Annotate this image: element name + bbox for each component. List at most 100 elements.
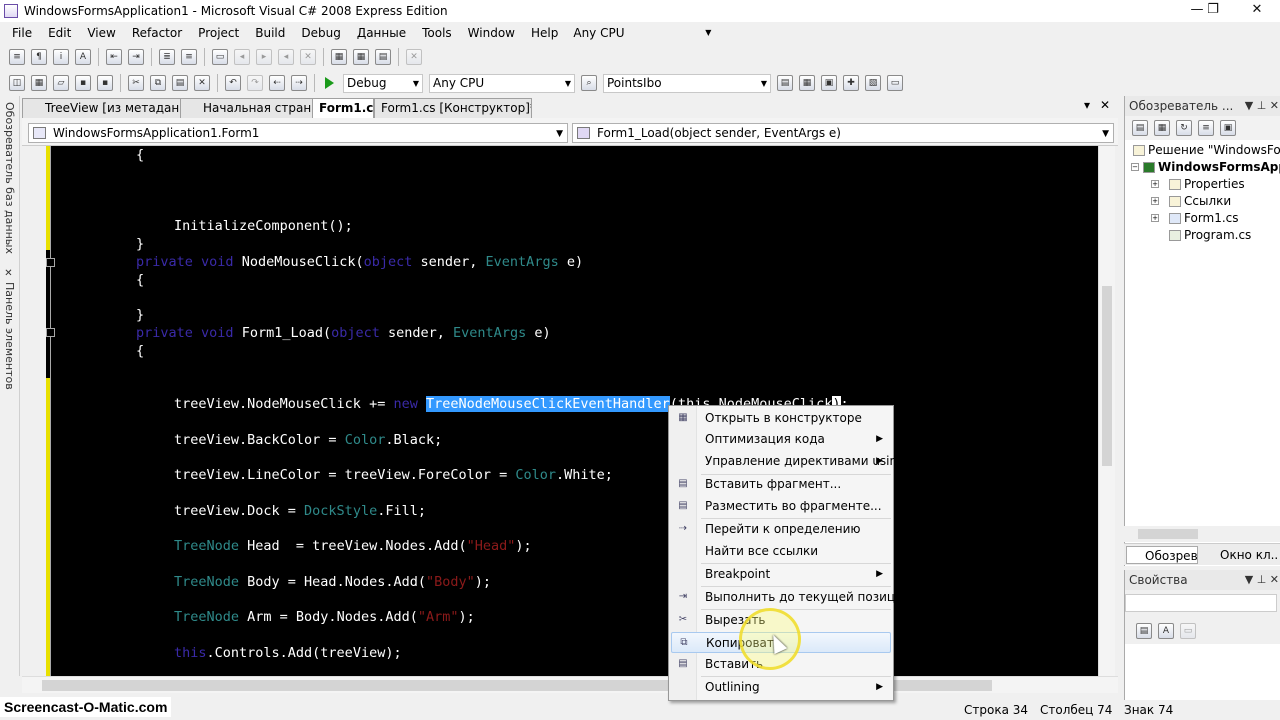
navigate-back-icon[interactable]: ⇠ — [269, 75, 285, 91]
property-pages-icon[interactable]: ▭ — [1180, 623, 1196, 639]
complete-word-icon[interactable]: A — [75, 49, 91, 65]
menu-item-optimize-code[interactable]: Оптимизация кода ▶ — [671, 429, 891, 450]
menu-file[interactable]: File — [4, 22, 40, 44]
tree-node-program[interactable]: Program.cs — [1169, 227, 1251, 244]
panel-header-buttons[interactable]: ▼ ⊥ ✕ — [1245, 96, 1279, 116]
scroll-thumb[interactable] — [1102, 286, 1112, 466]
menu-view[interactable]: View — [79, 22, 123, 44]
scroll-thumb[interactable] — [1138, 529, 1198, 539]
configuration-combo[interactable]: Debug ▼ — [343, 73, 423, 93]
cut-icon[interactable]: ✂ — [128, 75, 144, 91]
delete-icon[interactable]: ✕ — [194, 75, 210, 91]
menu-item-open-designer[interactable]: ▦ Открыть в конструкторе — [671, 408, 891, 429]
member-combo[interactable]: Form1_Load(object sender, EventArgs e) ▼ — [572, 123, 1114, 143]
layout-icon[interactable]: ▤ — [375, 49, 391, 65]
properties-grid[interactable] — [1125, 644, 1280, 700]
maximize-button[interactable]: ❐ — [1190, 0, 1236, 22]
menu-build[interactable]: Build — [247, 22, 293, 44]
tab-start-page[interactable]: Начальная страница — [180, 98, 314, 118]
comment-icon[interactable]: ≣ — [159, 49, 175, 65]
menu-item-using-directives[interactable]: Управление директивами using ▶ — [671, 451, 905, 472]
menu-item-outlining[interactable]: Outlining ▶ — [671, 677, 891, 698]
quick-info-icon[interactable]: i — [53, 49, 69, 65]
menu-data[interactable]: Данные — [349, 22, 414, 44]
menu-item-surround-with[interactable]: ▤ Разместить во фрагменте... — [671, 496, 891, 517]
decrease-indent-icon[interactable]: ⇤ — [106, 49, 122, 65]
new-project-icon[interactable]: ◫ — [9, 75, 25, 91]
toolbox-icon[interactable]: ✚ — [843, 75, 859, 91]
tree-node-project[interactable]: WindowsFormsApplic — [1143, 159, 1280, 176]
menu-tools[interactable]: Tools — [414, 22, 460, 44]
properties-icon[interactable]: ▤ — [1132, 120, 1148, 136]
solution-explorer-hscrollbar[interactable] — [1124, 526, 1280, 542]
code-editor[interactable]: { InitializeComponent(); } private void … — [46, 146, 1098, 676]
properties-object-combo[interactable] — [1125, 594, 1277, 612]
menu-platform-combo[interactable]: Any CPU ▼ — [570, 24, 717, 42]
redo-icon[interactable]: ↷ — [247, 75, 263, 91]
uncomment-icon[interactable]: ≡ — [181, 49, 197, 65]
menu-debug[interactable]: Debug — [293, 22, 348, 44]
object-browser-icon[interactable]: ▣ — [821, 75, 837, 91]
view-code-icon[interactable]: ≡ — [1198, 120, 1214, 136]
menu-item-run-to-cursor[interactable]: ⇥ Выполнить до текущей позиции — [671, 587, 911, 608]
editor-horizontal-scrollbar[interactable] — [22, 676, 1118, 693]
find-in-files-icon[interactable]: ⌕ — [581, 75, 597, 91]
menu-item-insert-snippet[interactable]: ▤ Вставить фрагмент... — [671, 474, 891, 495]
menu-item-go-to-definition[interactable]: ⇢ Перейти к определению — [671, 519, 891, 540]
close-document-icon[interactable]: ✕ — [1100, 98, 1110, 112]
open-file-icon[interactable]: ▱ — [53, 75, 69, 91]
tab-form1-cs[interactable]: Form1.cs* — [312, 98, 374, 118]
editor-vertical-scrollbar[interactable] — [1098, 146, 1115, 676]
bookmark-icon[interactable]: ▭ — [212, 49, 228, 65]
refresh-icon[interactable]: ↻ — [1176, 120, 1192, 136]
expand-icon[interactable]: + — [1151, 197, 1159, 205]
next-bookmark-icon[interactable]: ▸ — [256, 49, 272, 65]
tab-class-view[interactable]: Окно кл... — [1202, 546, 1278, 564]
add-item-icon[interactable]: ▦ — [31, 75, 47, 91]
alphabetical-icon[interactable]: A — [1158, 623, 1174, 639]
clear-bookmarks-icon[interactable]: ✕ — [300, 49, 316, 65]
tab-list-dropdown-icon[interactable]: ▾ — [1084, 98, 1090, 112]
expand-icon[interactable]: + — [1151, 180, 1159, 188]
increase-indent-icon[interactable]: ⇥ — [128, 49, 144, 65]
format-table-icon[interactable]: ▦ — [331, 49, 347, 65]
windows-icon[interactable]: ▭ — [887, 75, 903, 91]
tree-node-solution[interactable]: Решение "WindowsFormsA — [1133, 142, 1280, 159]
tab-form1-designer[interactable]: Form1.cs [Конструктор]* — [374, 98, 532, 118]
properties-window-icon[interactable]: ▦ — [799, 75, 815, 91]
paste-icon[interactable]: ▤ — [172, 75, 188, 91]
parameter-info-icon[interactable]: ¶ — [31, 49, 47, 65]
menu-project[interactable]: Project — [190, 22, 247, 44]
start-page-icon[interactable]: ▧ — [865, 75, 881, 91]
save-all-icon[interactable]: ▪ — [97, 75, 113, 91]
object-members-icon[interactable]: ≡ — [9, 49, 25, 65]
database-explorer-tab[interactable]: Обозреватель баз данных — [3, 102, 16, 254]
toolbox-tab[interactable]: Панель элементов — [3, 282, 16, 390]
navigate-forward-icon[interactable]: ⇢ — [291, 75, 307, 91]
tree-node-properties[interactable]: Properties — [1169, 176, 1245, 193]
menu-help[interactable]: Help — [523, 22, 566, 44]
start-debugging-icon[interactable] — [325, 77, 334, 89]
tree-node-form1[interactable]: Form1.cs — [1169, 210, 1239, 227]
find-combo[interactable]: PointsIbo ▼ — [603, 73, 771, 93]
solution-explorer-icon[interactable]: ▤ — [777, 75, 793, 91]
save-icon[interactable]: ▪ — [75, 75, 91, 91]
categorized-icon[interactable]: ▤ — [1136, 623, 1152, 639]
menu-item-breakpoint[interactable]: Breakpoint ▶ — [671, 564, 891, 585]
tab-treeview-metadata[interactable]: TreeView [из метаданных] — [22, 98, 182, 118]
collapse-icon[interactable]: − — [1131, 163, 1139, 171]
expand-icon[interactable]: + — [1151, 214, 1159, 222]
platform-combo[interactable]: Any CPU ▼ — [429, 73, 575, 93]
prev-bookmark-folder-icon[interactable]: ◂ — [278, 49, 294, 65]
delete-icon[interactable]: ✕ — [406, 49, 422, 65]
prev-bookmark-icon[interactable]: ◂ — [234, 49, 250, 65]
menu-item-find-all-references[interactable]: Найти все ссылки — [671, 541, 891, 562]
view-designer-icon[interactable]: ▣ — [1220, 120, 1236, 136]
panel-header-buttons[interactable]: ▼ ⊥ ✕ — [1245, 570, 1279, 590]
show-all-files-icon[interactable]: ▦ — [1154, 120, 1170, 136]
close-window-button[interactable]: ✕ — [1234, 0, 1280, 22]
menu-window[interactable]: Window — [460, 22, 523, 44]
menu-edit[interactable]: Edit — [40, 22, 79, 44]
grid-icon[interactable]: ▦ — [353, 49, 369, 65]
class-combo[interactable]: WindowsFormsApplication1.Form1 ▼ — [28, 123, 568, 143]
